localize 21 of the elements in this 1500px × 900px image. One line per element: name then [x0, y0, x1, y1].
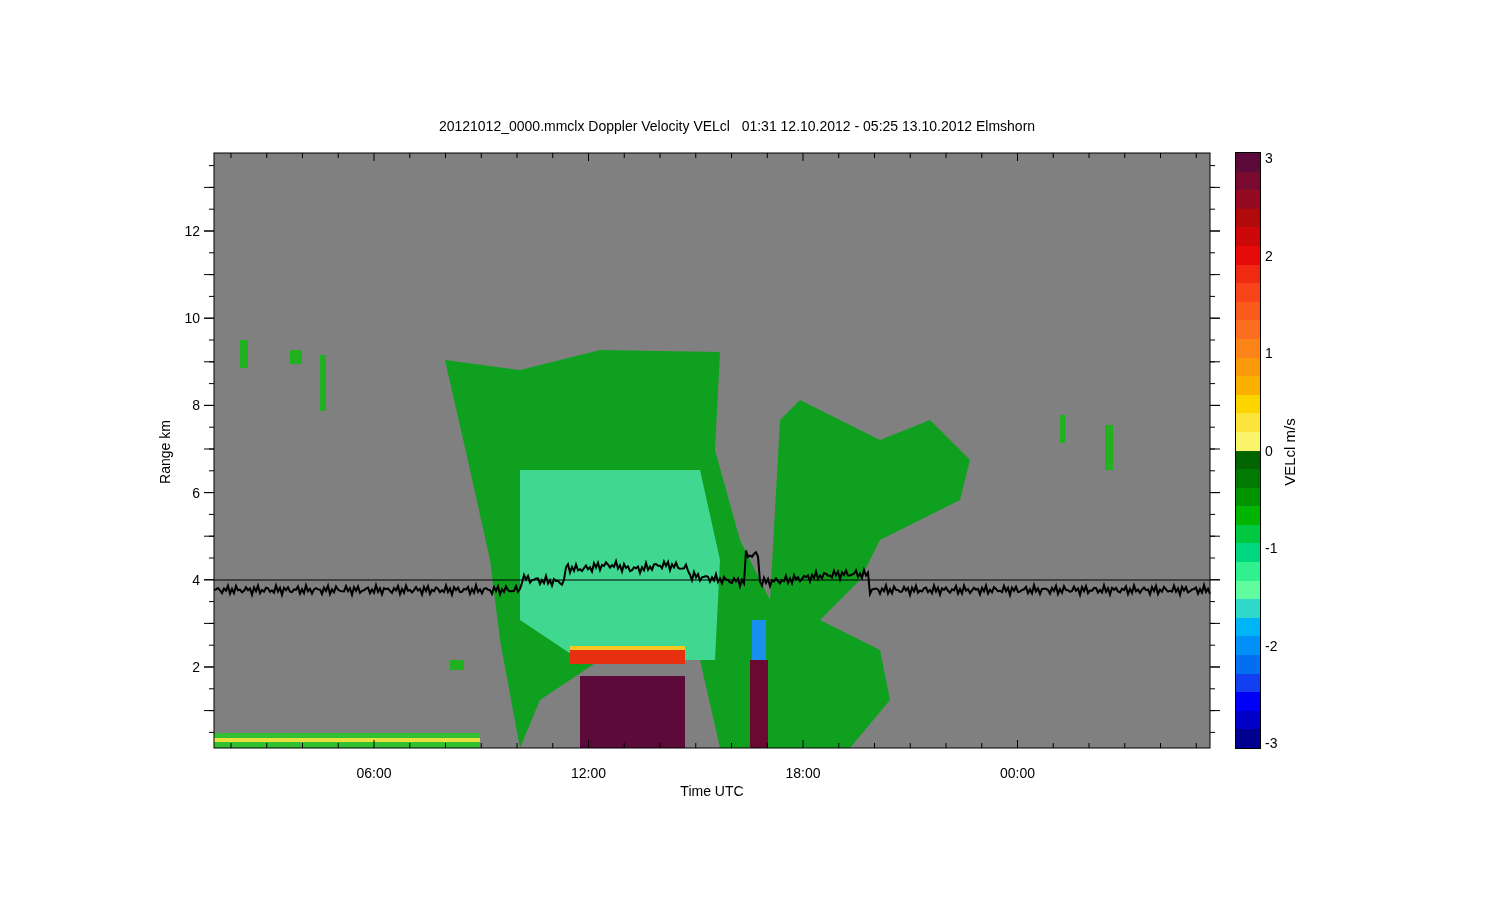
colorbar-tick-label: 3	[1265, 148, 1273, 168]
colorbar-tick-label: 2	[1265, 246, 1273, 265]
x-tick-label: 00:00	[1000, 764, 1035, 783]
colorbar-label: VELcl m/s	[1279, 418, 1299, 486]
y-tick-label: 12	[184, 221, 200, 241]
y-tick-label: 8	[192, 395, 200, 415]
x-tick-label: 12:00	[571, 764, 606, 783]
x-tick-label: 18:00	[785, 764, 821, 783]
x-tick-label: 06:00	[356, 764, 392, 783]
colorbar-tick-label: 0	[1265, 441, 1273, 460]
y-tick-label: 10	[184, 308, 200, 328]
y-tick-label: 6	[192, 483, 200, 503]
y-axis-label: Range km	[155, 420, 174, 484]
colorbar-tick-label: 1	[1265, 343, 1273, 363]
colorbar-tick-label: -1	[1265, 538, 1278, 558]
colorbar-tick-label: -3	[1265, 733, 1278, 753]
colorbar-tick-label: -2	[1265, 636, 1278, 655]
x-axis-label: Time UTC	[680, 782, 744, 801]
y-tick-label: 2	[192, 657, 200, 677]
plot-title: 20121012_0000.mmclx Doppler Velocity VELcl 01:31 12.10.2012 - 05:25 13.10.2012 Elmshorn	[438, 117, 1036, 136]
y-tick-label: 4	[192, 570, 200, 590]
